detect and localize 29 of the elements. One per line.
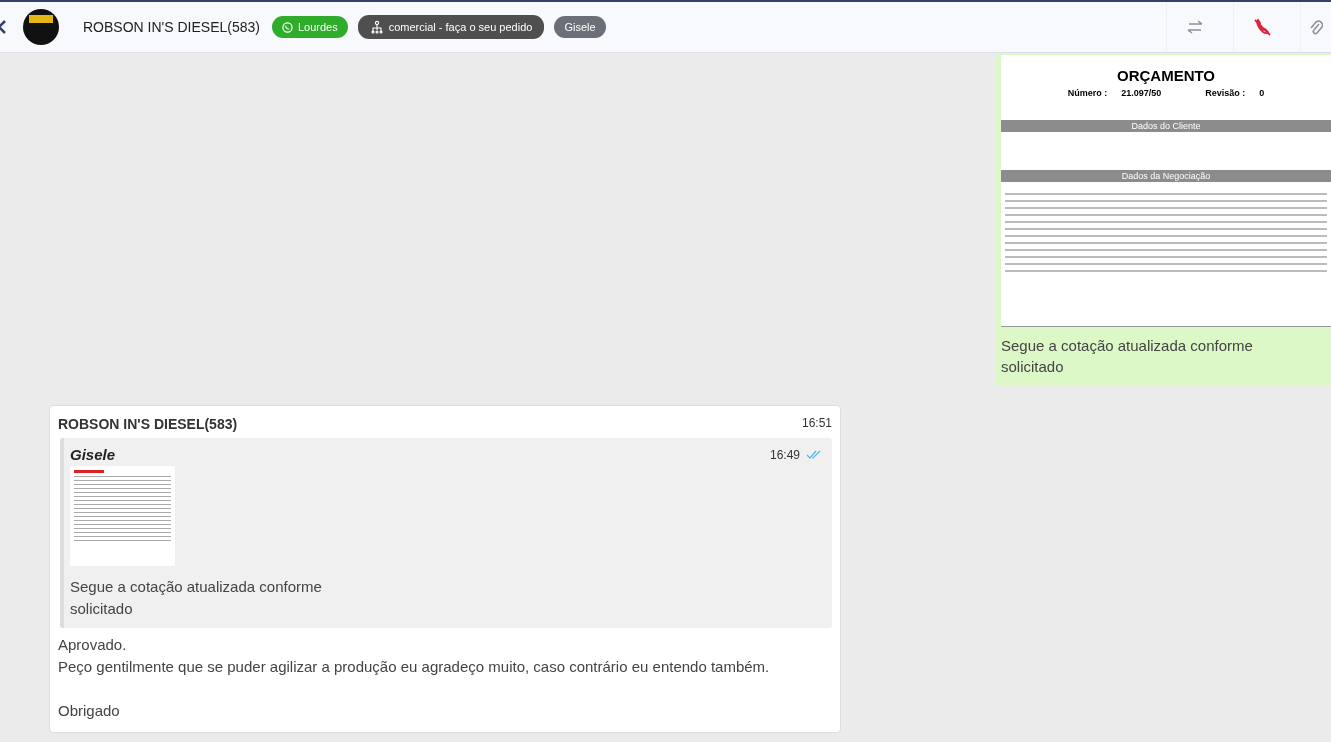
- section-header: Dados da Negociação: [1001, 170, 1331, 182]
- sender-name: ROBSON IN'S DIESEL(583): [58, 416, 238, 432]
- quote-time: 16:49: [769, 447, 800, 462]
- number-label: Número :: [1067, 88, 1108, 98]
- back-icon[interactable]: [0, 20, 7, 34]
- quote-author: Gisele: [70, 446, 116, 463]
- paperclip-icon[interactable]: [1309, 18, 1323, 36]
- revision-value: 0: [1259, 88, 1265, 98]
- message-text: Peço gentilmente que se puder agilizar a produção eu agradeço muito, caso contrário eu entendo também.: [58, 657, 771, 677]
- hierarchy-icon: [369, 20, 384, 34]
- message-text: Obrigado: [58, 701, 121, 721]
- message-text: Aprovado.: [58, 635, 128, 655]
- tag: comercial - faça o seu pedido: [357, 15, 545, 39]
- avatar: [23, 9, 59, 45]
- contact-name: ROBSON IN'S DIESEL(583): [83, 19, 260, 35]
- quoted-message[interactable]: Gisele 16:49 Segue a cotação atualizada conforme solicitado: [60, 438, 832, 628]
- section-header: Dados do Cliente: [1001, 120, 1331, 132]
- tag: Gisele: [554, 16, 606, 38]
- tag: Lourdes: [271, 16, 348, 38]
- document-thumbnail[interactable]: [70, 466, 175, 566]
- revision-label: Revisão :: [1205, 88, 1246, 98]
- message-caption: Segue a cotação atualizada conforme solicitado: [1001, 336, 1254, 377]
- quote-caption: Segue a cotação atualizada conforme solicitado: [70, 577, 323, 619]
- hang-up-icon[interactable]: [1252, 17, 1272, 37]
- document-title: ORÇAMENTO: [1115, 67, 1217, 84]
- message-time: 16:51: [801, 416, 832, 432]
- whatsapp-icon: [281, 21, 293, 33]
- transfer-icon[interactable]: [1186, 20, 1204, 34]
- number-value: 21.097/50: [1121, 88, 1162, 98]
